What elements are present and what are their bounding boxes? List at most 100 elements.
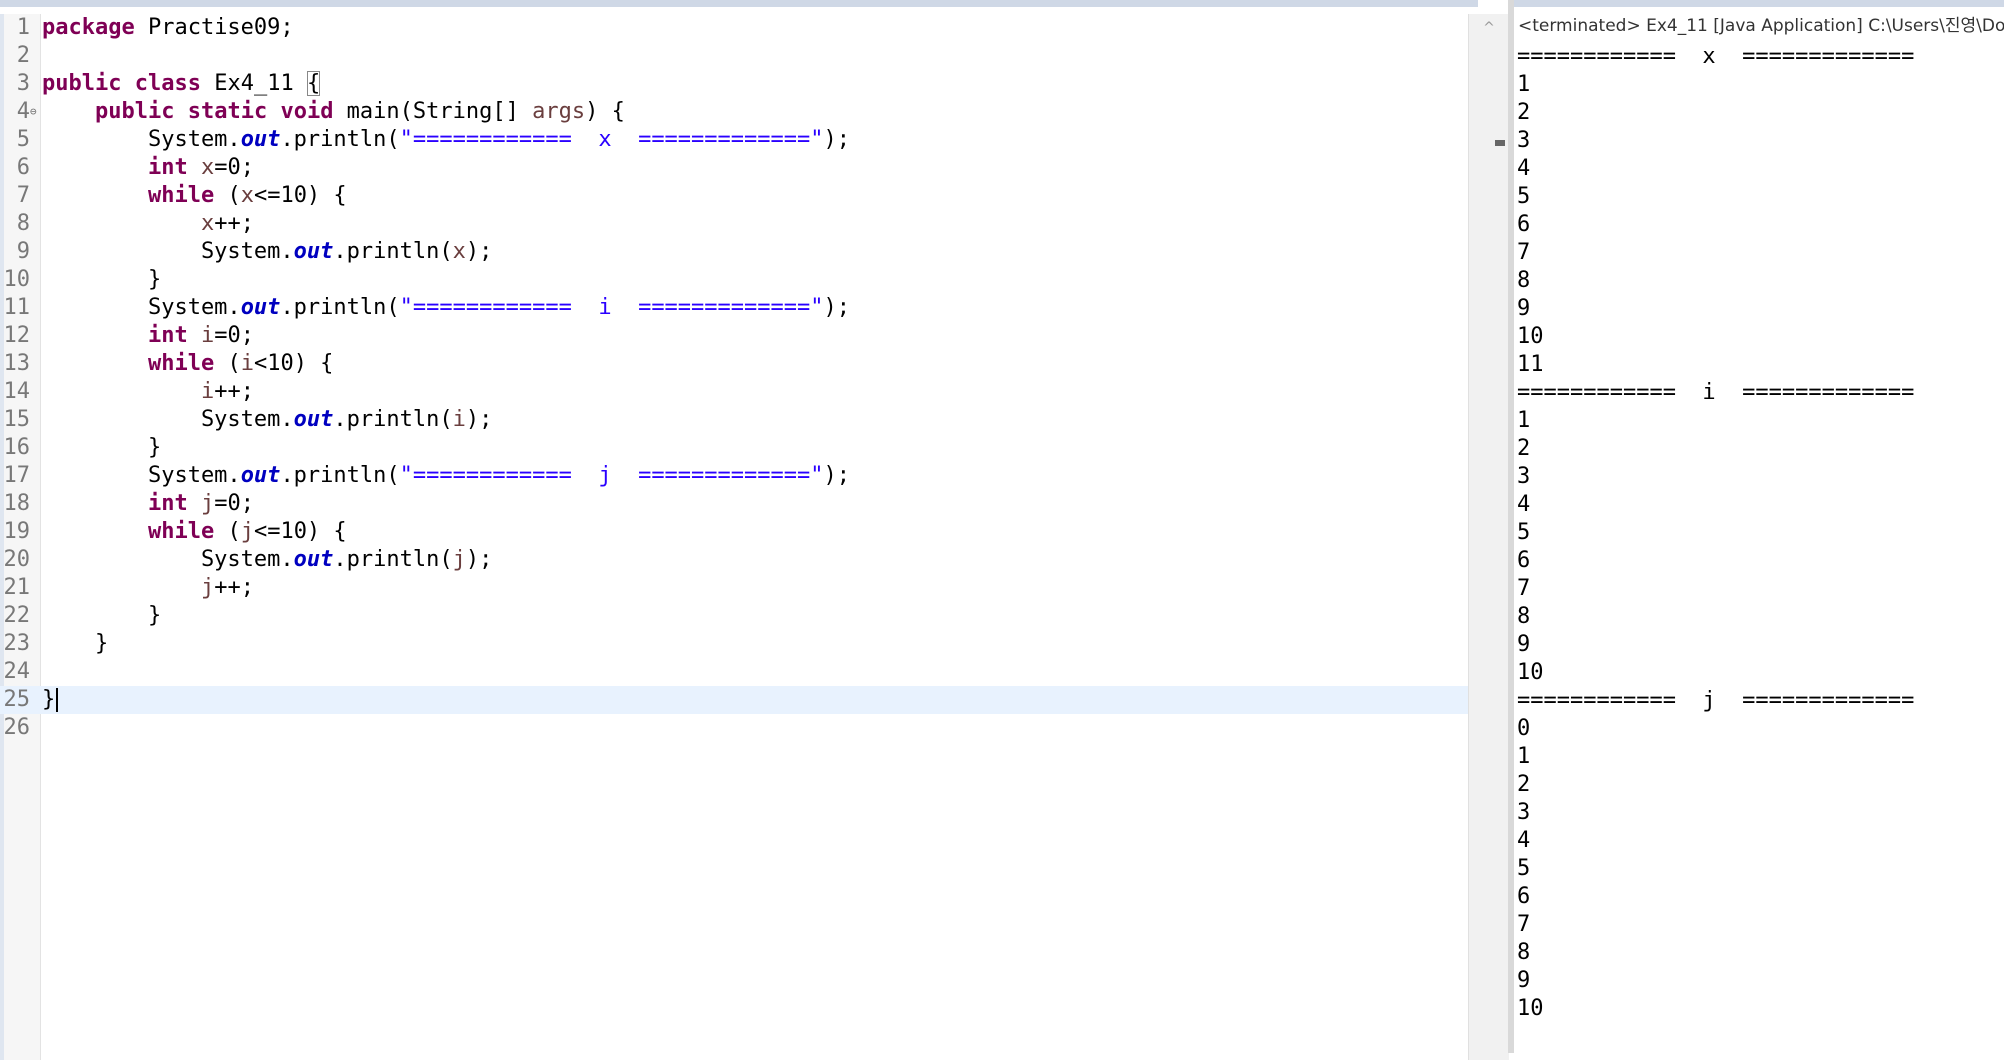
code-token: x — [200, 211, 215, 236]
chevron-up-icon[interactable]: ^ — [1469, 20, 1509, 36]
collapse-icon[interactable]: ⊖ — [30, 98, 37, 126]
code-token: } — [42, 687, 56, 712]
code-text: int i=0; — [42, 322, 254, 350]
console-line: 7 — [1517, 912, 1531, 937]
code-line[interactable]: 17 System.out.println("============ j ==… — [0, 462, 1478, 490]
code-line[interactable]: 26 — [0, 714, 1478, 742]
code-line[interactable]: 13 while (i<10) { — [0, 350, 1478, 378]
line-number: 2 — [16, 43, 30, 68]
console-line: 3 — [1517, 800, 1531, 825]
code-line[interactable]: 11 System.out.println("============ i ==… — [0, 294, 1478, 322]
code-token: ); — [823, 127, 851, 152]
code-line[interactable]: 3 public class Ex4_11 { — [0, 70, 1478, 98]
code-token: "============ i =============" — [399, 295, 824, 320]
console-line: 2 — [1517, 436, 1531, 461]
console-output: ============ x ============= 1 2 3 4 5 6 7 8 9 10 1… — [1517, 43, 1914, 1023]
code-text: j++; — [42, 574, 254, 602]
code-line[interactable]: 22 } — [0, 602, 1478, 630]
code-token: "============ x =============" — [399, 127, 824, 152]
console-line: ============ j ============= — [1517, 688, 1915, 713]
code-token: System. — [42, 547, 294, 572]
code-line[interactable]: 9 System.out.println(x); — [0, 238, 1478, 266]
code-line[interactable]: 24 — [0, 658, 1478, 686]
code-token: .println( — [280, 127, 400, 152]
code-line[interactable]: 21 j++; — [0, 574, 1478, 602]
code-line[interactable]: 4 ⊖ public static void main(String[] args… — [0, 98, 1478, 126]
code-token: i — [240, 351, 254, 376]
console-line: 3 — [1517, 464, 1531, 489]
code-token: ( — [214, 351, 241, 376]
code-line[interactable]: 25} — [0, 686, 1478, 714]
code-token: out — [293, 407, 334, 432]
code-token: System. — [42, 239, 294, 264]
code-text: while (j<=10) { — [42, 518, 347, 546]
code-line[interactable]: 19 while (j<=10) { — [0, 518, 1478, 546]
line-number: 6 — [16, 155, 30, 180]
line-number: 4 — [16, 99, 30, 124]
line-number: 13 — [3, 351, 31, 376]
code-line[interactable]: 5 System.out.println("============ x ===… — [0, 126, 1478, 154]
console-line: 2 — [1517, 100, 1531, 125]
code-line[interactable]: 18 int j=0; — [0, 490, 1478, 518]
editor-vertical-scrollbar[interactable]: ^ — [1468, 14, 1509, 1060]
code-token: public — [94, 99, 175, 124]
code-token: x — [200, 155, 215, 180]
code-line[interactable]: 23 } — [0, 630, 1478, 658]
console-line: 0 — [1517, 716, 1531, 741]
line-number: 16 — [3, 435, 31, 460]
code-token: } — [42, 631, 109, 656]
code-text: System.out.println("============ i =====… — [42, 294, 850, 322]
line-number: 8 — [16, 211, 30, 236]
code-line[interactable]: 2 — [0, 42, 1478, 70]
code-text: System.out.println("============ x =====… — [42, 126, 850, 154]
code-line[interactable]: 12 int i=0; — [0, 322, 1478, 350]
console-line: 4 — [1517, 828, 1531, 853]
code-token: ); — [465, 407, 493, 432]
code-token: ++; — [214, 575, 254, 600]
code-token: out — [240, 295, 281, 320]
code-line[interactable]: 8 x++; — [0, 210, 1478, 238]
code-line[interactable]: 16 } — [0, 434, 1478, 462]
console-line: 1 — [1517, 408, 1531, 433]
console-line: 10 — [1517, 660, 1544, 685]
code-token: .println( — [333, 239, 453, 264]
code-line[interactable]: 15 System.out.println(i); — [0, 406, 1478, 434]
code-token: while — [147, 519, 215, 544]
code-token: j — [240, 519, 254, 544]
overview-ruler-marker[interactable] — [1495, 140, 1505, 146]
console-line: 5 — [1517, 184, 1531, 209]
console-line: ============ i ============= — [1517, 380, 1915, 405]
code-line[interactable]: 6 int x=0; — [0, 154, 1478, 182]
code-token: } — [42, 267, 162, 292]
line-number: 14 — [3, 379, 31, 404]
line-number: 22 — [3, 603, 31, 628]
line-number: 25 — [3, 687, 31, 712]
code-line[interactable]: 14 i++; — [0, 378, 1478, 406]
code-editor[interactable]: 1 package Practise09; 2 3 public class Ex4_1… — [0, 0, 1509, 1060]
code-line[interactable]: 20 System.out.println(j); — [0, 546, 1478, 574]
code-token: i — [200, 379, 215, 404]
code-line[interactable]: 10 } — [0, 266, 1478, 294]
line-number: 21 — [3, 575, 31, 600]
console-line: 1 — [1517, 744, 1531, 769]
code-line[interactable]: 7 while (x<=10) { — [0, 182, 1478, 210]
code-token: ++; — [214, 211, 254, 236]
code-token: ); — [465, 239, 493, 264]
code-token: out — [240, 463, 281, 488]
console-line: 9 — [1517, 296, 1531, 321]
code-token: .println( — [280, 463, 400, 488]
line-number: 12 — [3, 323, 31, 348]
code-text: while (i<10) { — [42, 350, 333, 378]
line-number: 10 — [3, 267, 31, 292]
console-line: 4 — [1517, 492, 1531, 517]
code-line[interactable]: 1 package Practise09; — [0, 14, 1478, 42]
code-token: ); — [823, 295, 851, 320]
code-text: int x=0; — [42, 154, 254, 182]
code-text: } — [42, 266, 161, 294]
